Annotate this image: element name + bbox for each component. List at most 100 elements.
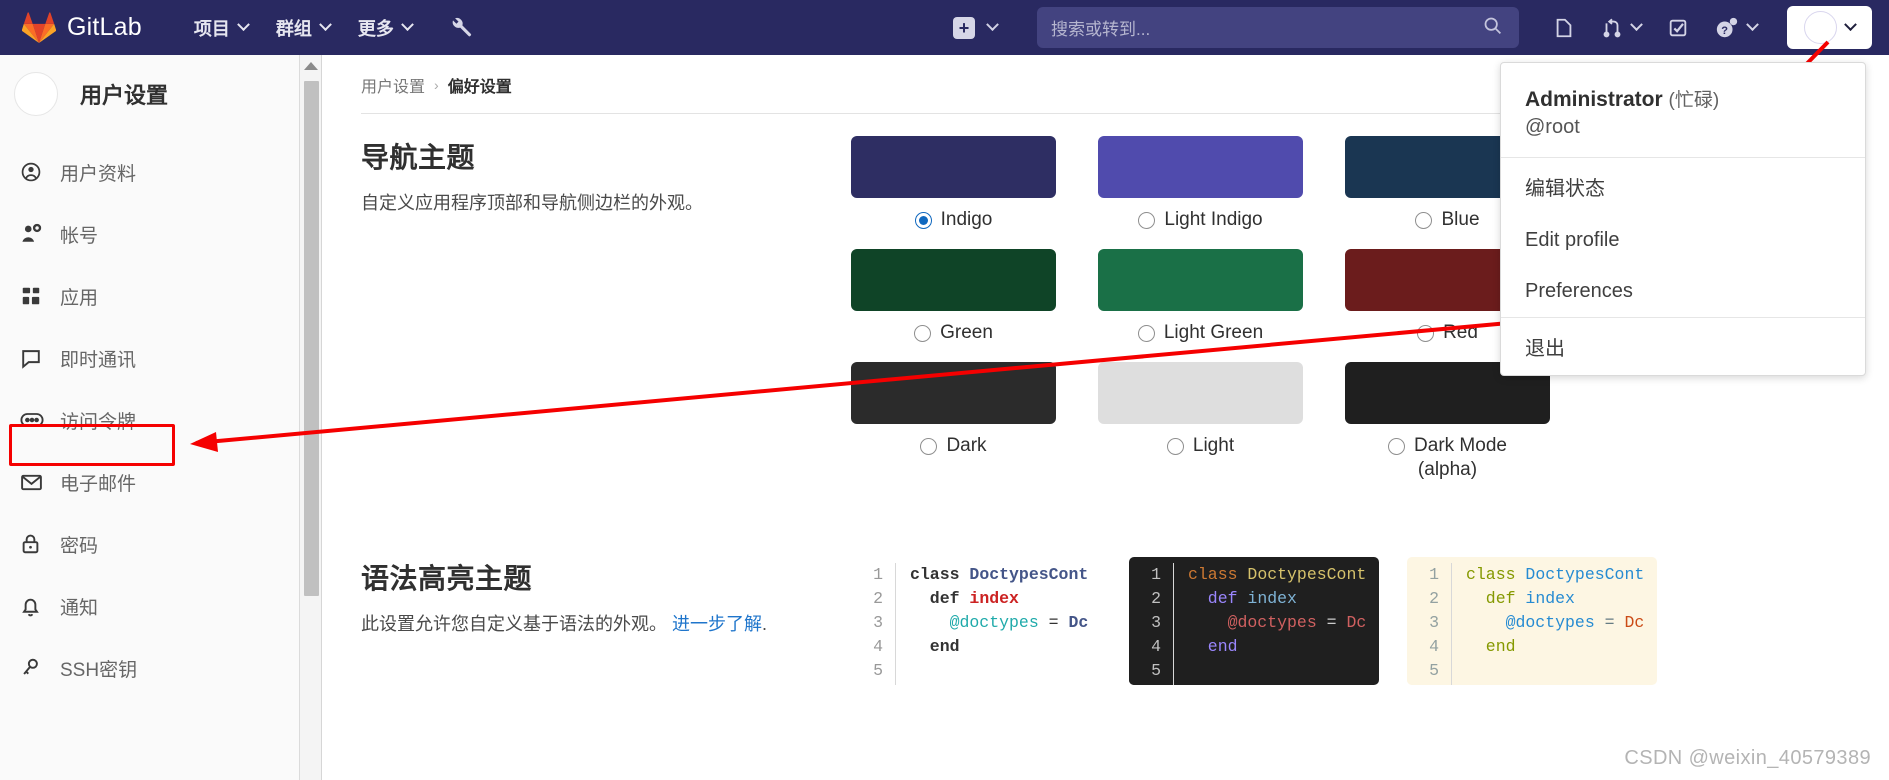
bell-icon [20,595,50,618]
dropdown-item[interactable]: 退出 [1501,318,1865,375]
theme-radio[interactable] [1166,437,1184,455]
app-root: GitLab 项目 群组 更多 + 搜索或转到... ? 用户设置 用户资料 帐… [0,0,1889,780]
theme-label: Light Green [1163,322,1264,343]
todos-icon[interactable] [1667,17,1689,39]
line-number: 5 [1429,661,1439,680]
dropdown-item[interactable]: Preferences [1501,266,1865,317]
user-menu-button[interactable] [1787,6,1872,49]
sidebar-item-chat[interactable]: 即时通讯 [0,327,299,389]
theme-option[interactable]: Light Indigo [1098,136,1345,231]
theme-label-row: Dark Mode (alpha) [1345,435,1550,481]
syntax-sample[interactable]: 1 2 3 4 5 class DoctypesCont def index @docty… [1407,557,1657,685]
theme-radio[interactable] [914,324,932,342]
nav-more[interactable]: 更多 [344,9,426,47]
merge-requests-icon[interactable] [1601,17,1643,39]
scroll-up-arrow[interactable] [300,55,321,77]
code-line: end [1188,635,1366,659]
sidebar-item-profile[interactable]: 用户资料 [0,141,299,203]
theme-label-row: Light Green [1098,322,1303,344]
theme-radio-row[interactable]: Light [1166,435,1234,457]
line-number: 1 [1429,565,1439,584]
theme-option[interactable]: Green [851,249,1098,344]
theme-option[interactable]: Indigo [851,136,1098,231]
theme-radio[interactable] [1388,437,1406,455]
theme-radio[interactable] [1417,324,1435,342]
theme-radio[interactable] [1138,211,1156,229]
theme-swatch[interactable] [1098,249,1303,311]
sidebar-item-ssh-keys[interactable]: SSH密钥 [0,637,299,699]
chevron-down-icon [986,18,999,32]
line-number: 1 [1151,565,1161,584]
chevron-down-icon [1630,18,1643,32]
code-token: Dc [1624,613,1645,632]
svg-text:?: ? [1721,25,1728,37]
theme-radio-row[interactable]: Blue [1415,209,1480,231]
theme-label: Indigo [940,209,993,230]
theme-radio-row[interactable]: Indigo [914,209,993,231]
theme-option[interactable]: Light Green [1098,249,1345,344]
create-new-group[interactable]: + [953,16,999,39]
nav-projects[interactable]: 项目 [180,9,262,47]
link-suffix: . [762,614,768,634]
dropdown-item[interactable]: 编辑状态 [1501,158,1865,215]
syntax-sample-row: 1 2 3 4 5 class DoctypesCont def index @docty… [851,557,1657,685]
breadcrumb-root[interactable]: 用户设置 [361,73,425,97]
learn-more-link[interactable]: 进一步了解 [672,614,762,634]
theme-swatch[interactable] [851,249,1056,311]
theme-option[interactable]: Light [1098,362,1345,481]
search-input[interactable]: 搜索或转到... [1037,7,1519,48]
dropdown-item[interactable]: Edit profile [1501,215,1865,266]
sidebar-item-label: 访问令牌 [60,411,137,433]
theme-radio[interactable] [1137,324,1155,342]
code-token: = [1038,613,1069,632]
syntax-sample[interactable]: 1 2 3 4 5 class DoctypesCont def index @docty… [851,557,1101,685]
sidebar-item-access-tokens[interactable]: 访问令牌 [0,389,299,451]
theme-radio[interactable] [914,211,932,229]
theme-radio-row[interactable]: Dark Mode [1388,435,1507,457]
sidebar-item-notifications[interactable]: 通知 [0,575,299,637]
gitlab-tanuki-logo[interactable] [21,11,57,44]
theme-swatch[interactable] [1098,362,1303,424]
code-line: def index [1188,587,1366,611]
sidebar-scrollbar[interactable] [300,55,322,780]
code-line: @doctypes = Dc [1466,611,1645,635]
sidebar-item-emails[interactable]: 电子邮件 [0,451,299,513]
help-icon[interactable]: ? [1715,16,1759,40]
theme-option[interactable]: Dark [851,362,1098,481]
nav-groups[interactable]: 群组 [262,9,344,47]
theme-radio[interactable] [1415,211,1433,229]
theme-swatch[interactable] [851,136,1056,198]
syntax-sample[interactable]: 1 2 3 4 5 class DoctypesCont def index @docty… [1129,557,1379,685]
theme-option[interactable]: Dark Mode (alpha) [1345,362,1592,481]
sidebar-item-applications[interactable]: 应用 [0,265,299,327]
code-token: def [1466,589,1526,608]
gutter-divider [895,563,896,685]
sidebar-item-password[interactable]: 密码 [0,513,299,575]
theme-radio-row[interactable]: Red [1417,322,1478,344]
theme-radio-row[interactable]: Dark [920,435,987,457]
sidebar-menu: 用户资料 帐号 应用 即时通讯 访问令牌 电子邮件 密码 通知 SSH密钥 [0,133,299,699]
issues-icon[interactable] [1553,17,1575,39]
code-line: @doctypes = Dc [1188,611,1367,635]
theme-label: Green [940,322,993,343]
admin-wrench-icon[interactable] [450,16,473,39]
theme-swatch[interactable] [1098,136,1303,198]
scrollbar-thumb[interactable] [304,81,319,596]
search-icon[interactable] [1482,15,1503,41]
theme-label: Dark [946,435,987,456]
code-line: def index [1466,587,1644,611]
code-token: @doctypes [1188,613,1317,632]
user-dropdown-items: 编辑状态 Edit profile Preferences 退出 [1501,158,1865,375]
theme-swatch[interactable] [851,362,1056,424]
sidebar-item-account[interactable]: 帐号 [0,203,299,265]
breadcrumb-separator: › [434,77,439,93]
theme-label: Light Indigo [1164,209,1263,230]
plus-square-icon[interactable]: + [953,16,975,39]
theme-radio-row[interactable]: Light Green [1137,322,1264,344]
brand-name[interactable]: GitLab [67,13,142,42]
theme-radio-row[interactable]: Light Indigo [1138,209,1263,231]
theme-radio[interactable] [920,437,938,455]
theme-label: Red [1443,322,1478,343]
theme-radio-row[interactable]: Green [914,322,993,344]
code-token: end [1188,637,1238,656]
